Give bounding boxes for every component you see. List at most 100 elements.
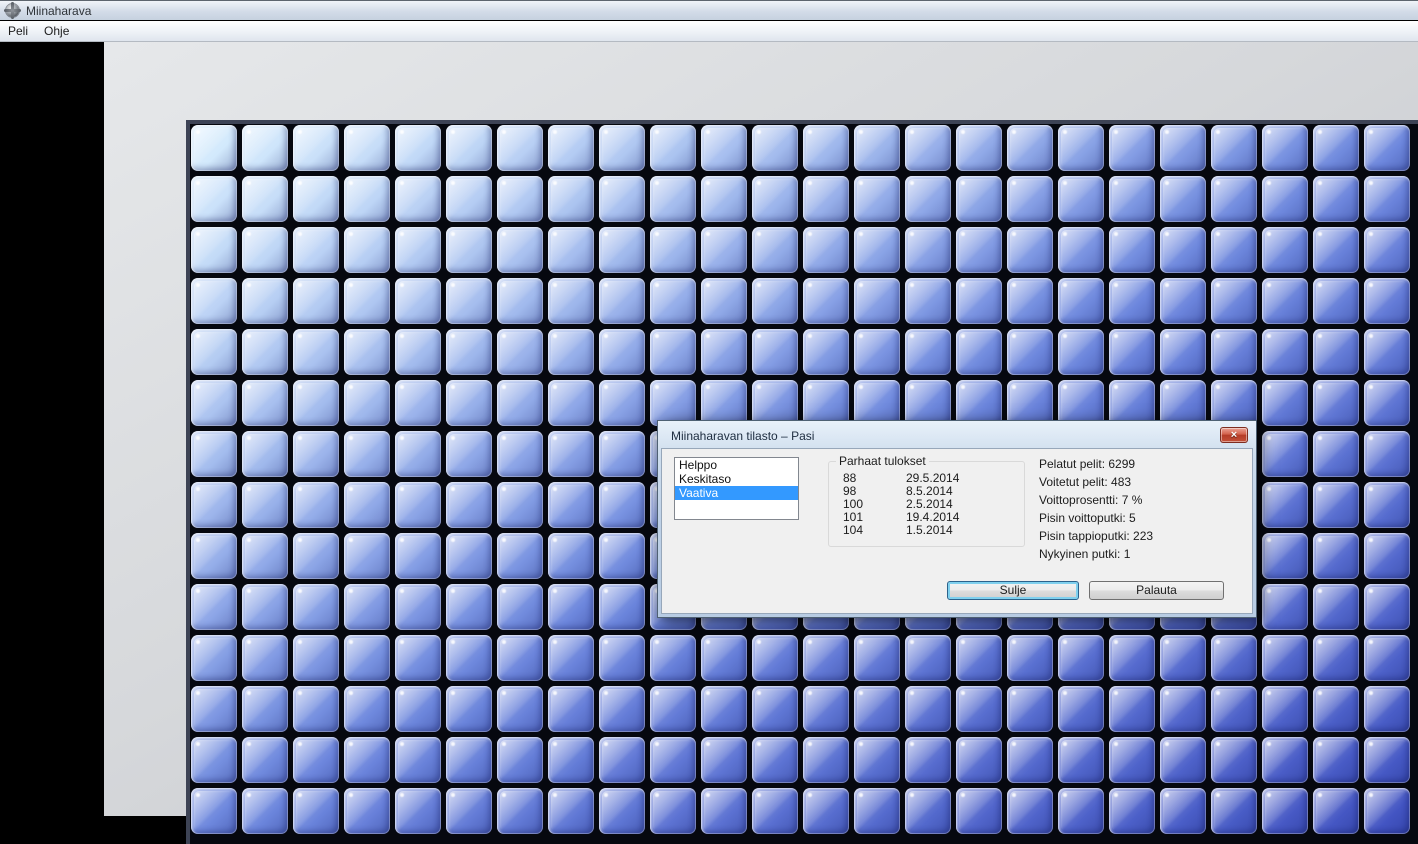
board-tile[interactable] [1262,788,1308,834]
board-tile[interactable] [599,584,645,630]
board-tile[interactable] [497,329,543,375]
board-tile[interactable] [395,788,441,834]
board-tile[interactable] [446,533,492,579]
board-tile[interactable] [395,533,441,579]
board-tile[interactable] [803,176,849,222]
board-tile[interactable] [956,635,1002,681]
board-tile[interactable] [1160,278,1206,324]
board-tile[interactable] [242,686,288,732]
board-tile[interactable] [497,686,543,732]
board-tile[interactable] [803,278,849,324]
board-tile[interactable] [1109,737,1155,783]
board-tile[interactable] [344,431,390,477]
board-tile[interactable] [650,635,696,681]
board-tile[interactable] [1364,329,1410,375]
board-tile[interactable] [1262,329,1308,375]
board-tile[interactable] [854,329,900,375]
board-tile[interactable] [650,686,696,732]
board-tile[interactable] [599,278,645,324]
board-tile[interactable] [1313,737,1359,783]
board-tile[interactable] [1007,278,1053,324]
board-tile[interactable] [650,737,696,783]
board-tile[interactable] [1364,176,1410,222]
board-tile[interactable] [191,737,237,783]
board-tile[interactable] [905,278,951,324]
board-tile[interactable] [242,125,288,171]
board-tile[interactable] [1160,125,1206,171]
board-tile[interactable] [599,125,645,171]
board-tile[interactable] [191,227,237,273]
difficulty-option[interactable]: Keskitaso [675,472,798,486]
board-tile[interactable] [548,533,594,579]
board-tile[interactable] [1262,686,1308,732]
board-tile[interactable] [1211,788,1257,834]
board-tile[interactable] [1313,788,1359,834]
board-tile[interactable] [242,533,288,579]
board-tile[interactable] [752,278,798,324]
board-tile[interactable] [446,176,492,222]
board-tile[interactable] [548,227,594,273]
board-tile[interactable] [1262,635,1308,681]
board-tile[interactable] [548,278,594,324]
board-tile[interactable] [242,482,288,528]
board-tile[interactable] [1313,431,1359,477]
board-tile[interactable] [650,125,696,171]
difficulty-listbox[interactable]: HelppoKeskitasoVaativa [674,457,799,520]
board-tile[interactable] [1364,788,1410,834]
board-tile[interactable] [1262,737,1308,783]
board-tile[interactable] [803,125,849,171]
board-tile[interactable] [1058,737,1104,783]
board-tile[interactable] [854,125,900,171]
board-tile[interactable] [1364,380,1410,426]
board-tile[interactable] [344,686,390,732]
board-tile[interactable] [548,176,594,222]
board-tile[interactable] [497,584,543,630]
board-tile[interactable] [956,686,1002,732]
board-tile[interactable] [497,176,543,222]
board-tile[interactable] [446,635,492,681]
board-tile[interactable] [548,380,594,426]
board-tile[interactable] [395,125,441,171]
board-tile[interactable] [1364,431,1410,477]
board-tile[interactable] [344,584,390,630]
board-tile[interactable] [905,686,951,732]
board-tile[interactable] [191,686,237,732]
board-tile[interactable] [599,533,645,579]
board-tile[interactable] [446,737,492,783]
board-tile[interactable] [1109,788,1155,834]
board-tile[interactable] [1313,227,1359,273]
board-tile[interactable] [1007,227,1053,273]
board-tile[interactable] [752,788,798,834]
board-tile[interactable] [1364,584,1410,630]
board-tile[interactable] [497,482,543,528]
board-tile[interactable] [497,533,543,579]
board-tile[interactable] [956,788,1002,834]
board-tile[interactable] [1058,125,1104,171]
board-tile[interactable] [1262,533,1308,579]
board-tile[interactable] [1109,227,1155,273]
board-tile[interactable] [599,482,645,528]
board-tile[interactable] [395,584,441,630]
board-tile[interactable] [650,176,696,222]
board-tile[interactable] [1313,278,1359,324]
board-tile[interactable] [1364,635,1410,681]
board-tile[interactable] [242,788,288,834]
board-tile[interactable] [548,482,594,528]
board-tile[interactable] [1262,584,1308,630]
board-tile[interactable] [446,788,492,834]
board-tile[interactable] [395,431,441,477]
board-tile[interactable] [701,686,747,732]
board-tile[interactable] [497,635,543,681]
board-tile[interactable] [395,227,441,273]
board-tile[interactable] [803,686,849,732]
board-tile[interactable] [1262,176,1308,222]
board-tile[interactable] [650,329,696,375]
board-tile[interactable] [548,431,594,477]
board-tile[interactable] [599,635,645,681]
board-tile[interactable] [905,737,951,783]
board-tile[interactable] [752,176,798,222]
board-tile[interactable] [1109,125,1155,171]
board-tile[interactable] [293,329,339,375]
board-tile[interactable] [548,635,594,681]
board-tile[interactable] [701,278,747,324]
